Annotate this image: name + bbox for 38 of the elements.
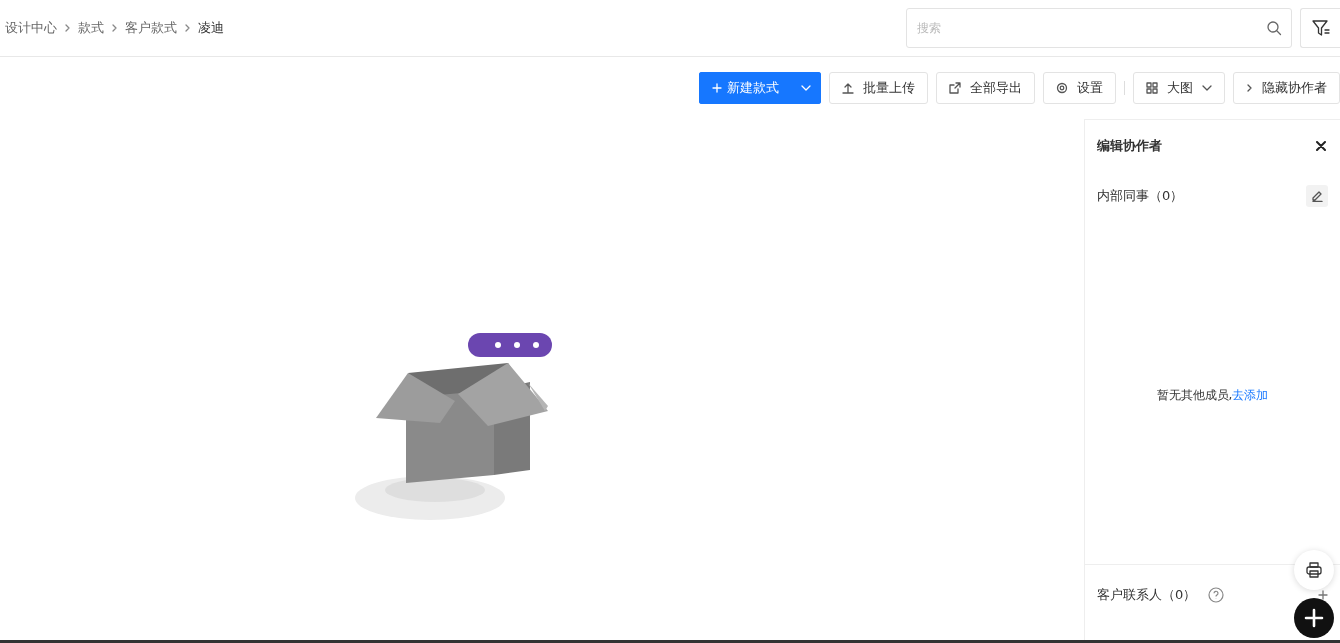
add-link[interactable]: 去添加 (1232, 388, 1269, 402)
help-icon[interactable] (1208, 587, 1225, 603)
breadcrumb-link[interactable]: 设计中心 (5, 19, 57, 37)
search-icon (1266, 20, 1282, 36)
toolbar-button[interactable]: 批量上传 (829, 72, 928, 104)
pencil-icon (1311, 190, 1323, 202)
plus-icon (1318, 590, 1328, 600)
plus-icon (712, 83, 722, 93)
filter-icon (1310, 18, 1331, 38)
print-button[interactable] (1294, 550, 1334, 590)
close-icon (1316, 141, 1326, 151)
search-field[interactable]: 搜索 (906, 8, 1292, 48)
chevron-down-icon (801, 85, 811, 91)
panel-title: 编辑协作者 (1097, 137, 1162, 155)
export-icon (949, 82, 961, 94)
upload-icon (842, 82, 854, 94)
chevron-right-icon (1246, 83, 1253, 93)
toolbar-button[interactable]: 设置 (1043, 72, 1116, 104)
filter-button[interactable] (1300, 8, 1340, 48)
toolbar-button[interactable]: 隐藏协作者 (1233, 72, 1340, 104)
breadcrumb-link[interactable]: 款式 (78, 19, 104, 37)
edit-button[interactable] (1306, 185, 1328, 207)
add-button[interactable] (1294, 598, 1334, 638)
chevron-right-icon (64, 23, 71, 33)
section-label: 内部同事（0） (1097, 187, 1184, 205)
target-icon (1056, 82, 1068, 94)
section-label: 客户联系人（0） (1097, 586, 1197, 604)
view-dropdown[interactable]: 大图 (1133, 72, 1225, 104)
chevron-right-icon (111, 23, 118, 33)
breadcrumb-link[interactable]: 客户款式 (125, 19, 177, 37)
toolbar-button[interactable]: 全部导出 (936, 72, 1035, 104)
empty-message: 暂无其他成员,去添加 (1156, 387, 1269, 404)
plus-icon (1304, 608, 1324, 628)
chevron-down-icon (1202, 85, 1212, 91)
printer-icon (1305, 561, 1323, 579)
grid-icon (1146, 82, 1158, 94)
chevron-right-icon (184, 23, 191, 33)
close-button[interactable] (1314, 139, 1328, 153)
